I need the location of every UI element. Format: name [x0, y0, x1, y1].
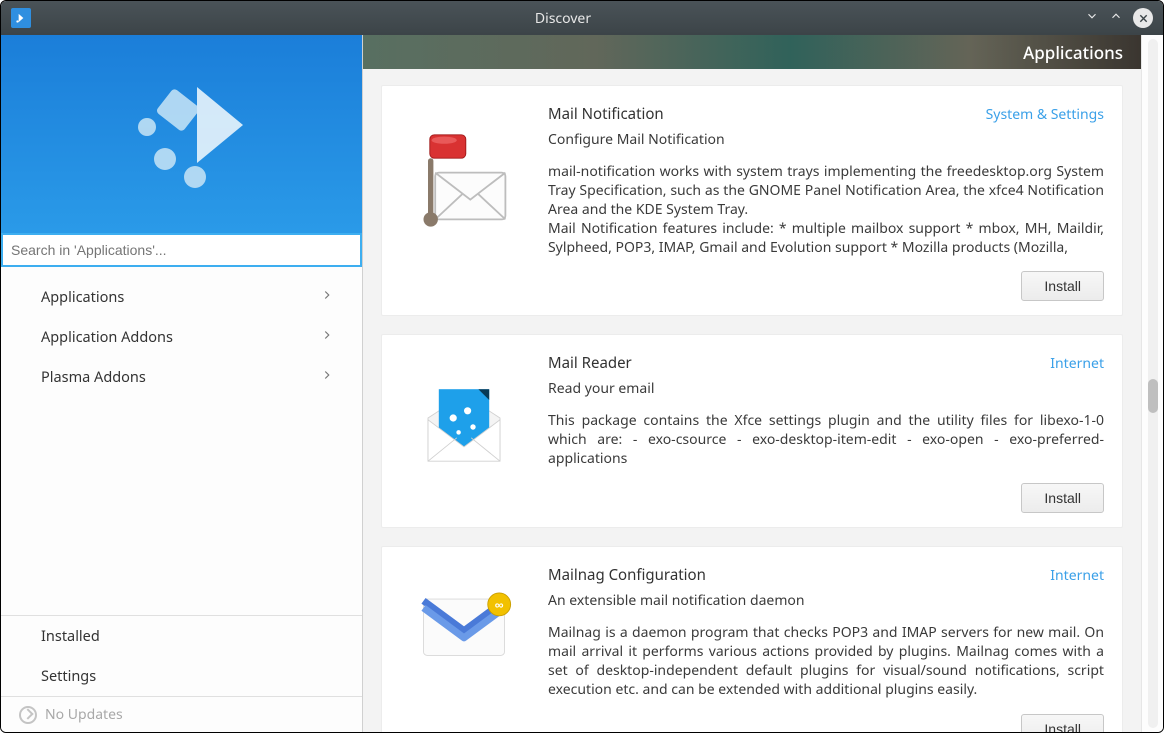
updates-icon [19, 706, 37, 724]
main: Applications [363, 35, 1163, 732]
app-description: mail-notification works with system tray… [548, 163, 1104, 257]
app-subtitle: Read your email [548, 379, 1104, 398]
app-card[interactable]: ∞ Mailnag Configuration Internet An exte… [381, 546, 1123, 732]
mailnag-icon: ∞ [400, 565, 528, 732]
sidebar-bottom: Installed Settings No Updates [1, 615, 362, 732]
page-title: Applications [1023, 41, 1123, 64]
bottom-item-label: Settings [41, 666, 96, 686]
card-actions: Install [548, 714, 1104, 732]
search-wrap [1, 233, 362, 267]
card-actions: Install [548, 483, 1104, 513]
flagged-envelope-icon [400, 104, 528, 301]
nav-item-label: Application Addons [41, 327, 173, 347]
app-category-link[interactable]: Internet [1050, 566, 1104, 585]
scrollbar-thumb[interactable] [1148, 379, 1158, 413]
app-category-link[interactable]: System & Settings [986, 105, 1104, 124]
sidebar-item-settings[interactable]: Settings [1, 656, 362, 696]
scrollbar-track [1148, 39, 1158, 728]
minimize-button[interactable] [1085, 9, 1099, 28]
search-input[interactable] [1, 233, 362, 267]
scrollbar[interactable] [1141, 35, 1163, 732]
card-body: Mailnag Configuration Internet An extens… [548, 565, 1104, 732]
chevron-right-icon [320, 327, 334, 347]
maximize-button[interactable] [1109, 9, 1123, 28]
card-actions: Install [548, 271, 1104, 301]
body: Applications Application Addons Plasma A… [1, 35, 1163, 732]
app-card[interactable]: Mail Notification System & Settings Conf… [381, 85, 1123, 316]
window-controls [1085, 8, 1153, 28]
mail-reader-icon [400, 353, 528, 513]
apps-list: Mail Notification System & Settings Conf… [363, 69, 1141, 732]
app-title: Mail Notification [548, 104, 664, 124]
app-description: Mailnag is a daemon program that checks … [548, 624, 1104, 700]
bottom-item-label: Installed [41, 626, 100, 646]
nav-item-application-addons[interactable]: Application Addons [1, 317, 362, 357]
sidebar-hero [1, 35, 362, 233]
card-top: Mail Notification System & Settings [548, 104, 1104, 124]
install-button[interactable]: Install [1021, 483, 1104, 513]
content-header: Applications [363, 35, 1141, 69]
app-subtitle: An extensible mail notification daemon [548, 591, 1104, 610]
app-card[interactable]: Mail Reader Internet Read your email Thi… [381, 334, 1123, 528]
app-icon [11, 8, 31, 28]
sidebar-item-installed[interactable]: Installed [1, 616, 362, 656]
app-title: Mailnag Configuration [548, 565, 706, 585]
updates-label: No Updates [45, 705, 123, 724]
chevron-right-icon [320, 287, 334, 307]
nav-item-label: Applications [41, 287, 124, 307]
install-button[interactable]: Install [1021, 271, 1104, 301]
chevron-right-icon [320, 367, 334, 387]
content-scroll[interactable]: Applications [363, 35, 1141, 732]
app-description: This package contains the Xfce settings … [548, 412, 1104, 469]
card-body: Mail Reader Internet Read your email Thi… [548, 353, 1104, 513]
card-top: Mail Reader Internet [548, 353, 1104, 373]
nav-item-applications[interactable]: Applications [1, 277, 362, 317]
nav-list: Applications Application Addons Plasma A… [1, 267, 362, 397]
window: Discover [0, 0, 1164, 733]
nav-item-plasma-addons[interactable]: Plasma Addons [1, 357, 362, 397]
install-button[interactable]: Install [1021, 714, 1104, 732]
close-button[interactable] [1133, 8, 1153, 28]
app-subtitle: Configure Mail Notification [548, 130, 1104, 149]
app-title: Mail Reader [548, 353, 632, 373]
sidebar: Applications Application Addons Plasma A… [1, 35, 363, 732]
titlebar: Discover [1, 1, 1163, 35]
updates-row[interactable]: No Updates [1, 696, 362, 732]
svg-text:∞: ∞ [495, 596, 504, 613]
card-body: Mail Notification System & Settings Conf… [548, 104, 1104, 301]
card-top: Mailnag Configuration Internet [548, 565, 1104, 585]
nav-item-label: Plasma Addons [41, 367, 146, 387]
window-title: Discover [41, 9, 1085, 28]
app-category-link[interactable]: Internet [1050, 354, 1104, 373]
sidebar-spacer [1, 397, 362, 615]
